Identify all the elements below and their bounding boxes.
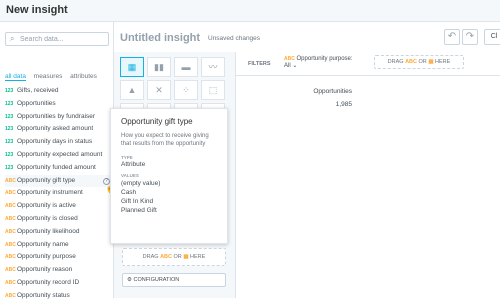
catalog-item-label: Opportunity gift type [17, 176, 76, 184]
redo-button[interactable]: ↷ [462, 29, 478, 45]
top-bar: New insight [0, 0, 500, 22]
insight-title-bar: Untitled insight Unsaved changes ↶ ↷ Cl [114, 22, 500, 52]
filter-attributes[interactable]: attributes [70, 73, 97, 80]
tooltip-type-value: Attribute [121, 161, 146, 168]
catalog-item-label: Opportunity purpose [17, 253, 76, 261]
configuration-button[interactable]: ⚙ CONFIGURATION [122, 273, 226, 287]
filter-all-data[interactable]: all data [5, 73, 26, 81]
catalog-item-label: Gifts, received [17, 87, 59, 94]
catalog-item[interactable]: 123 Opportunity funded amount [5, 162, 113, 175]
viz-type-button[interactable]: ▮▮ [147, 57, 171, 77]
catalog-item[interactable]: ABCOpportunity purpose [5, 251, 113, 264]
measure-icon: 123 [5, 164, 14, 171]
catalog-item-label: Opportunity is active [17, 202, 76, 210]
measure-icon: 123 [5, 139, 14, 146]
attribute-icon: ABC [5, 203, 16, 210]
catalog-item[interactable]: 123 Opportunities by fundraiser [5, 111, 113, 124]
catalog-item-label: Opportunity instrument [17, 189, 83, 197]
undo-button[interactable]: ↶ [444, 29, 460, 45]
catalog-item-label: Opportunities by fundraiser [17, 112, 96, 120]
attribute-icon: ABC [5, 279, 16, 286]
attribute-tooltip: Opportunity gift type How you expect to … [110, 108, 228, 244]
catalog-item[interactable]: ABCOpportunity likelihood [5, 226, 113, 239]
catalog-item-label: Opportunity reason [17, 266, 73, 274]
viz-type-button[interactable]: ▬ [174, 57, 198, 77]
tooltip-title: Opportunity gift type [121, 117, 193, 126]
catalog-item[interactable]: ABCOpportunity is active [5, 200, 113, 213]
measure-icon: 123 [5, 88, 14, 94]
filters-label: FILTERS [248, 61, 271, 67]
filter-bar: FILTERS ABC Opportunity purpose: All ⌄ D… [236, 52, 500, 76]
table-header: Opportunities [313, 88, 352, 95]
catalog-item[interactable]: ABCOpportunity is closed [5, 213, 113, 226]
attribute-icon: ABC [5, 241, 16, 248]
tooltip-values: (empty value) Cash Gift In Kind Planned Gif… [121, 179, 217, 215]
catalog-list: 123 Gifts, received 123 Opportunities 123 Opp… [5, 85, 117, 303]
insight-title[interactable]: Untitled insight [120, 32, 200, 44]
catalog-item[interactable]: 123 Opportunity asked amount [5, 123, 113, 136]
chevron-down-icon: ⌄ [292, 63, 298, 69]
table-cell: 1,985 [335, 101, 352, 108]
filter-drop-zone[interactable]: DRAG ABC OR ▦ HERE [374, 55, 464, 69]
tooltip-value-item: Gift In Kind [121, 198, 154, 205]
search-box[interactable]: ⌕ [5, 32, 109, 46]
close-button[interactable]: Cl [484, 29, 500, 45]
catalog-item[interactable]: ABCOpportunity gift type?☝ [5, 174, 117, 194]
tooltip-values-label: VALUES [121, 173, 139, 178]
catalog-item[interactable]: ABCOpportunity name [5, 239, 113, 252]
catalog-item-label: Opportunity days in status [17, 138, 93, 146]
tooltip-value-item: (empty value) [121, 180, 161, 187]
drag-drop-zone[interactable]: DRAG ABC OR ▦ HERE [122, 248, 226, 266]
measure-icon: 123 [5, 100, 14, 107]
catalog-item-label: Opportunities [17, 99, 56, 107]
viz-type-button[interactable]: ▲ [120, 80, 144, 100]
tooltip-value-item: Planned Gift [121, 207, 157, 214]
catalog-item-label: Opportunity likelihood [17, 227, 80, 235]
catalog-item[interactable]: 123 Opportunity days in status [5, 136, 113, 149]
tooltip-value-item: Cash [121, 189, 137, 196]
catalog-item-label: Opportunity funded amount [17, 163, 96, 171]
tooltip-type-label: TYPE [121, 155, 133, 160]
unsaved-status: Unsaved changes [208, 35, 261, 42]
catalog-item-label: Opportunity expected amount [17, 150, 103, 158]
catalog-item[interactable]: 123 Opportunity expected amount [5, 149, 113, 162]
tooltip-description: How you expect to receive giving that re… [121, 133, 209, 147]
measure-icon: 123 [5, 151, 14, 158]
viz-type-button[interactable]: ⬚ [201, 80, 225, 100]
measure-icon: 123 [5, 113, 14, 120]
attribute-icon: ABC [5, 254, 16, 261]
search-input[interactable] [20, 34, 106, 44]
catalog-item[interactable]: ABCOpportunity record ID [5, 277, 113, 290]
attribute-icon: ABC [5, 190, 16, 197]
gear-icon: ⚙ [127, 277, 132, 283]
app-title: New insight [6, 4, 68, 16]
insight-canvas: FILTERS ABC Opportunity purpose: All ⌄ D… [236, 52, 500, 298]
filter-chip-opportunity-purpose[interactable]: ABC Opportunity purpose: All ⌄ [284, 56, 353, 70]
catalog-item[interactable]: 123 Opportunities [5, 98, 113, 111]
attribute-icon: ABC [5, 228, 16, 235]
catalog-item[interactable]: ABCOpportunity reason [5, 264, 113, 277]
catalog-item[interactable]: 123 Gifts, received [5, 85, 113, 98]
measure-icon: 123 [5, 126, 14, 133]
catalog-item-label: Opportunity name [17, 240, 69, 248]
attribute-icon: ABC [5, 215, 16, 222]
catalog-item-label: Opportunity record ID [17, 278, 80, 286]
attribute-icon: ABC [5, 292, 16, 299]
filter-measures[interactable]: measures [34, 73, 63, 80]
search-icon: ⌕ [10, 34, 15, 43]
viz-type-button[interactable]: 〰 [201, 57, 225, 77]
configuration-label: CONFIGURATION [133, 277, 180, 283]
viz-type-button[interactable]: ✕ [147, 80, 171, 100]
catalog-item-label: Opportunity asked amount [17, 125, 94, 133]
catalog-filter-tabs: all data measures attributes [5, 73, 103, 83]
catalog-item[interactable]: ABCOpportunity instrument [5, 187, 113, 200]
viz-type-button[interactable]: ⁘ [174, 80, 198, 100]
attribute-icon: ABC [5, 267, 16, 274]
viz-type-button[interactable]: ▦ [120, 57, 144, 77]
attribute-icon: ABC [5, 177, 16, 184]
catalog-item-label: Opportunity is closed [17, 214, 78, 222]
catalog-item[interactable]: ABCOpportunity status [5, 290, 113, 303]
